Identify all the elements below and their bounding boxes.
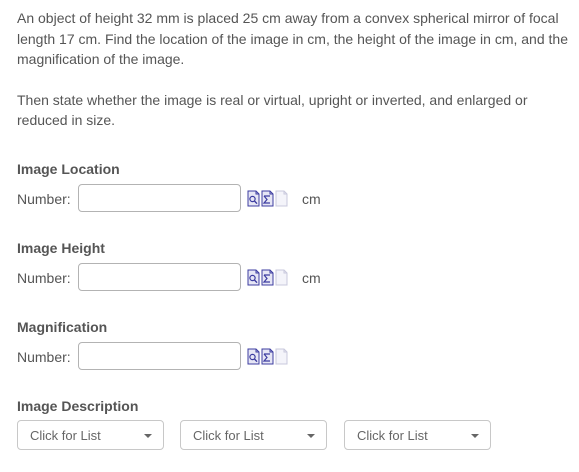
caret-down-icon xyxy=(307,434,315,438)
magnification-input[interactable] xyxy=(78,342,241,370)
answer-tools xyxy=(247,348,288,366)
image-height-section: Image Height Number: cm xyxy=(17,240,321,293)
equation-editor-icon[interactable] xyxy=(247,190,260,207)
image-height-row: Number: cm xyxy=(17,263,321,293)
caret-down-icon xyxy=(144,434,152,438)
image-location-row: Number: cm xyxy=(17,184,321,214)
enlarged-reduced-select[interactable]: Click for List xyxy=(344,420,491,450)
question-text: An object of height 32 mm is placed 25 c… xyxy=(17,8,573,131)
help-page-icon[interactable] xyxy=(275,348,288,365)
number-label: Number: xyxy=(17,349,71,365)
image-height-title: Image Height xyxy=(17,240,105,256)
caret-down-icon xyxy=(471,434,479,438)
unit-label: cm xyxy=(302,270,321,286)
tolerance-icon[interactable] xyxy=(261,269,274,286)
tolerance-icon[interactable] xyxy=(261,348,274,365)
image-location-section: Image Location Number: cm xyxy=(17,161,321,214)
help-page-icon[interactable] xyxy=(275,190,288,207)
unit-label: cm xyxy=(302,191,321,207)
select-value: Click for List xyxy=(357,428,428,443)
answer-tools xyxy=(247,190,288,208)
select-value: Click for List xyxy=(30,428,101,443)
tolerance-icon[interactable] xyxy=(261,190,274,207)
upright-inverted-select[interactable]: Click for List xyxy=(180,420,327,450)
question-paragraph-1: An object of height 32 mm is placed 25 c… xyxy=(17,10,568,67)
select-value: Click for List xyxy=(193,428,264,443)
image-height-input[interactable] xyxy=(78,263,241,291)
description-selects: Click for List Click for List Click for … xyxy=(17,420,577,452)
image-description-section: Image Description Click for List Click f… xyxy=(17,398,577,452)
question-paragraph-2: Then state whether the image is real or … xyxy=(17,91,528,129)
magnification-section: Magnification Number: xyxy=(17,319,288,372)
magnification-title: Magnification xyxy=(17,319,108,335)
answer-tools xyxy=(247,269,288,287)
real-virtual-select[interactable]: Click for List xyxy=(17,420,164,450)
image-location-title: Image Location xyxy=(17,161,120,177)
equation-editor-icon[interactable] xyxy=(247,348,260,365)
help-page-icon[interactable] xyxy=(275,269,288,286)
equation-editor-icon[interactable] xyxy=(247,269,260,286)
image-description-title: Image Description xyxy=(17,398,139,414)
number-label: Number: xyxy=(17,191,71,207)
magnification-row: Number: xyxy=(17,342,288,372)
number-label: Number: xyxy=(17,270,71,286)
image-location-input[interactable] xyxy=(78,184,241,212)
